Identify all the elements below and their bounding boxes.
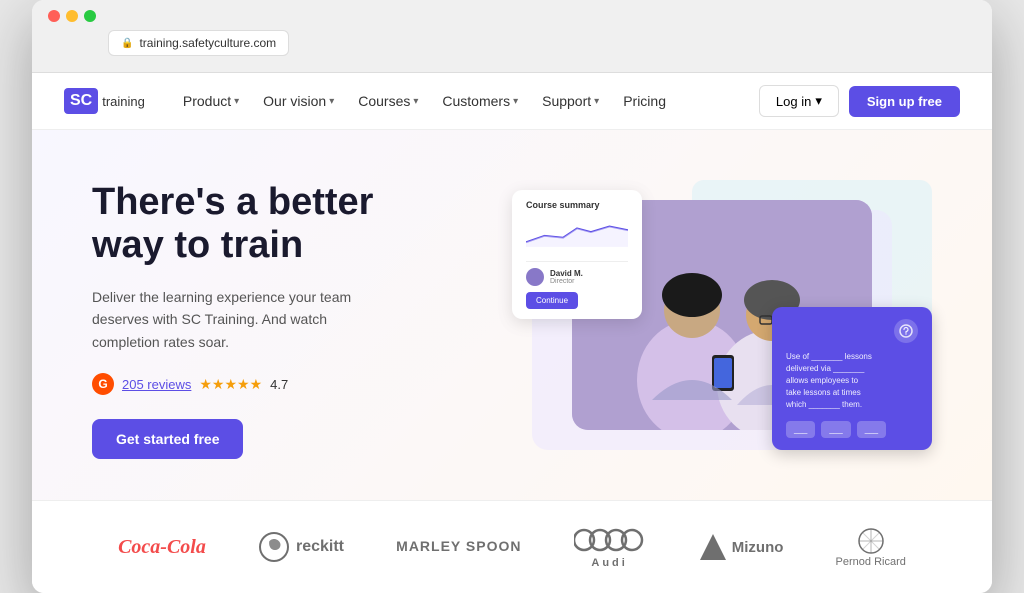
- quiz-line5: which _______ them.: [786, 400, 862, 409]
- rating-number: 4.7: [270, 377, 288, 392]
- nav-item-customers[interactable]: Customers ▾: [432, 87, 528, 115]
- logo-training-text: training: [102, 94, 145, 109]
- browser-window: 🔒 training.safetyculture.com SC training…: [32, 0, 992, 593]
- quiz-option-2[interactable]: ___: [821, 421, 850, 438]
- cta-label: Get started free: [116, 431, 219, 447]
- logo-sc-badge: SC: [64, 88, 98, 114]
- nav-courses-chevron: ▾: [413, 96, 418, 107]
- audi-text: Audi: [591, 557, 627, 569]
- nav-bar: SC training Product ▾ Our vision ▾ Cours…: [32, 73, 992, 130]
- nav-vision-label: Our vision: [263, 93, 326, 109]
- nav-item-product[interactable]: Product ▾: [173, 87, 249, 115]
- logo-pernod: Pernod Ricard: [836, 526, 906, 568]
- user-role: Director: [550, 278, 583, 285]
- nav-actions: Log in ▾ Sign up free: [759, 85, 960, 117]
- login-label: Log in: [776, 94, 811, 109]
- continue-label: Continue: [536, 296, 568, 305]
- stars: ★★★★★: [199, 376, 262, 393]
- nav-support-chevron: ▾: [594, 96, 599, 107]
- cta-button[interactable]: Get started free: [92, 419, 243, 459]
- signup-button[interactable]: Sign up free: [849, 86, 960, 117]
- profile-info: David M. Director: [550, 269, 583, 285]
- course-card-title: Course summary: [526, 200, 628, 210]
- logo-reckitt: reckitt: [258, 531, 344, 563]
- quiz-line3: allows employees to: [786, 376, 858, 385]
- nav-courses-label: Courses: [358, 93, 410, 109]
- login-chevron: ▾: [815, 93, 822, 109]
- nav-item-pricing[interactable]: Pricing: [613, 87, 676, 115]
- logo-marley-spoon: MARLEY SPOON: [396, 539, 521, 554]
- hero-title: There's a better way to train: [92, 181, 392, 268]
- course-card: Course summary David M. Director Continu…: [512, 190, 642, 319]
- reviews-link[interactable]: 205 reviews: [122, 377, 191, 392]
- logo-sc-text: SC: [70, 92, 92, 110]
- hero-subtitle: Deliver the learning experience your tea…: [92, 286, 392, 353]
- nav-item-courses[interactable]: Courses ▾: [348, 87, 428, 115]
- coca-cola-text: Coca-Cola: [118, 536, 206, 558]
- rating-row: G 205 reviews ★★★★★ 4.7: [92, 373, 392, 395]
- dot-minimize[interactable]: [66, 10, 78, 22]
- logo-mizuno: Mizuno: [698, 532, 784, 562]
- quiz-line1: Use of _______ lessons: [786, 352, 872, 361]
- hero-title-line1: There's a better: [92, 181, 373, 223]
- logo-audi: Audi: [574, 525, 646, 569]
- quiz-options: ___ ___ ___: [786, 421, 918, 438]
- marley-spoon-text: MARLEY SPOON: [396, 539, 521, 554]
- dot-fullscreen[interactable]: [84, 10, 96, 22]
- browser-chrome: 🔒 training.safetyculture.com: [32, 0, 992, 73]
- address-bar[interactable]: 🔒 training.safetyculture.com: [108, 30, 289, 56]
- nav-product-chevron: ▾: [234, 96, 239, 107]
- mizuno-text: Mizuno: [732, 539, 784, 556]
- quiz-option-3[interactable]: ___: [857, 421, 886, 438]
- profile-mini: David M. Director: [526, 261, 628, 286]
- g2-badge: G: [92, 373, 114, 395]
- lock-icon: 🔒: [121, 38, 133, 49]
- quiz-badge-icon: [894, 319, 918, 343]
- pernod-text: Pernod Ricard: [836, 556, 906, 568]
- nav-support-label: Support: [542, 93, 591, 109]
- continue-button[interactable]: Continue: [526, 292, 578, 309]
- login-button[interactable]: Log in ▾: [759, 85, 839, 117]
- hero-title-line2: way to train: [92, 224, 303, 266]
- quiz-line2: delivered via _______: [786, 364, 864, 373]
- nav-links: Product ▾ Our vision ▾ Courses ▾ Custome…: [173, 87, 759, 115]
- nav-item-support[interactable]: Support ▾: [532, 87, 609, 115]
- logo[interactable]: SC training: [64, 88, 145, 114]
- address-bar-row: 🔒 training.safetyculture.com: [48, 30, 976, 64]
- quiz-option-1[interactable]: ___: [786, 421, 815, 438]
- quiz-text: Use of _______ lessons delivered via ___…: [786, 351, 918, 411]
- hero-visual: Course summary David M. Director Continu…: [512, 180, 932, 460]
- logo-coca-cola: Coca-Cola: [118, 536, 206, 559]
- nav-customers-chevron: ▾: [513, 96, 518, 107]
- nav-item-vision[interactable]: Our vision ▾: [253, 87, 344, 115]
- user-name: David M.: [550, 269, 583, 278]
- browser-dots: [48, 10, 976, 22]
- nav-pricing-label: Pricing: [623, 93, 666, 109]
- quiz-card: Use of _______ lessons delivered via ___…: [772, 307, 932, 450]
- dot-close[interactable]: [48, 10, 60, 22]
- signup-label: Sign up free: [867, 94, 942, 109]
- reckitt-text: reckitt: [296, 538, 344, 556]
- hero-content: There's a better way to train Deliver th…: [92, 181, 392, 460]
- avatar-mini: [526, 268, 544, 286]
- hero-section: There's a better way to train Deliver th…: [32, 130, 992, 500]
- url-text: training.safetyculture.com: [139, 36, 276, 50]
- quiz-line4: take lessons at times: [786, 388, 861, 397]
- logos-section: Coca-Cola reckitt MARLEY SPOON Audi: [32, 500, 992, 593]
- nav-product-label: Product: [183, 93, 231, 109]
- nav-customers-label: Customers: [442, 93, 510, 109]
- nav-vision-chevron: ▾: [329, 96, 334, 107]
